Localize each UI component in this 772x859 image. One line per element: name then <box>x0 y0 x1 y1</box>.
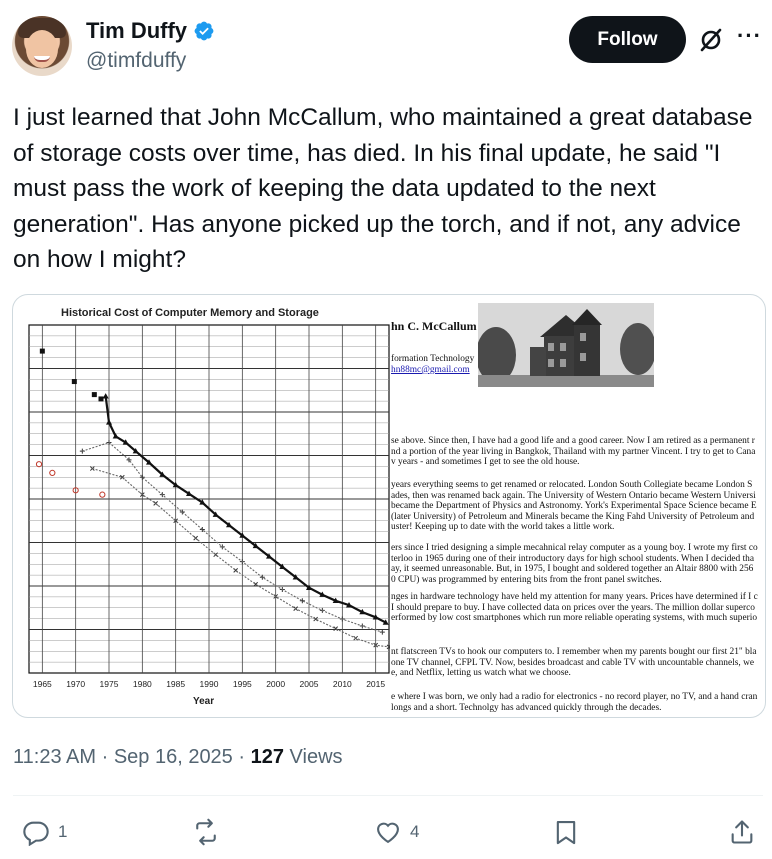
x-tick-label: 1980 <box>133 679 152 689</box>
x-tick-label: 1995 <box>233 679 252 689</box>
like-icon <box>377 822 399 844</box>
like-count: 4 <box>410 822 420 841</box>
share-icon <box>731 820 753 844</box>
house-photo <box>478 303 654 387</box>
doc-name: hn C. McCallum <box>391 319 477 333</box>
doc-text-line: became the Department of Physics and Ast… <box>391 501 757 512</box>
tweet-header: Tim Duffy @timfduffy Follow ··· <box>0 0 772 90</box>
memorial-page: hn C. McCallum formation Technology hn88… <box>390 295 765 717</box>
doc-email-link[interactable]: hn88mc@gmail.com <box>391 365 470 376</box>
doc-text-line: nges in hardware technology have held my… <box>391 592 758 602</box>
meta-separator: · <box>101 746 114 768</box>
avatar-face <box>26 30 58 68</box>
tweet-text: I just learned that John McCallum, who m… <box>13 104 753 273</box>
x-tick-label: 1965 <box>33 679 52 689</box>
data-point-plus <box>379 629 385 635</box>
doc-text-line: e where I was born, we only had a radio … <box>391 692 758 702</box>
views-count: 127 <box>250 746 284 768</box>
divider <box>13 795 763 796</box>
data-point-plus <box>299 598 305 604</box>
data-point-circle <box>49 469 56 476</box>
repost-button[interactable] <box>192 818 228 846</box>
author-name[interactable]: Tim Duffy <box>86 18 187 44</box>
data-point-circle <box>99 491 106 498</box>
reply-button[interactable]: 1 <box>22 818 67 846</box>
like-button[interactable]: 4 <box>374 818 419 846</box>
doc-affiliation: formation Technology <box>391 354 475 364</box>
tweet-meta: 11:23 AM · Sep 16, 2025 · 127 Views <box>13 746 343 769</box>
avatar[interactable] <box>12 16 72 76</box>
x-tick-label: 2005 <box>300 679 319 689</box>
doc-text-line: years everything seems to get renamed or… <box>391 480 753 490</box>
chart-grid <box>28 324 390 674</box>
data-point-square <box>39 348 45 354</box>
doc-text-line: ay, it seemed unreasonable. But, in 1975… <box>391 564 754 575</box>
verified-badge-icon <box>194 21 214 41</box>
trend-line <box>104 396 387 624</box>
x-tick-label: 2015 <box>366 679 385 689</box>
trend-line <box>82 441 383 633</box>
reply-count: 1 <box>58 822 68 841</box>
x-tick-label: 1970 <box>66 679 85 689</box>
more-icon[interactable]: ··· <box>737 25 765 54</box>
doc-text-line: v years - and sometimes I get to see the… <box>391 457 580 468</box>
doc-text-line: se above. Since then, I have had a good … <box>391 436 755 446</box>
reply-icon <box>23 821 49 846</box>
data-point-square <box>91 392 97 398</box>
data-point-x <box>313 616 319 622</box>
doc-text-line: terloo in 1965 during one of their intro… <box>391 553 755 564</box>
doc-text-line: 0 CPU) was programmed by entering bits f… <box>391 574 662 585</box>
bookmark-button[interactable] <box>552 818 580 846</box>
doc-text-line: erformed by low cost smartphones which r… <box>391 613 758 624</box>
doc-text-line: ers since I tried designing a simple mec… <box>391 543 758 553</box>
doc-text-line: nt flatscreen TVs to hook our computers … <box>391 647 757 657</box>
x-tick-label: 1990 <box>200 679 219 689</box>
cost-chart: Historical Cost of Computer Memory and S… <box>28 307 390 707</box>
data-point-square <box>98 396 104 402</box>
data-point-circle <box>35 461 43 468</box>
bookmark-icon <box>556 821 576 845</box>
tweet-media[interactable]: Historical Cost of Computer Memory and S… <box>12 294 766 718</box>
doc-text-line: (later University) of Petroleum and Mine… <box>391 511 755 522</box>
x-tick-label: 2010 <box>333 679 352 689</box>
author-name-row: Tim Duffy <box>86 18 215 44</box>
x-tick-label: 1985 <box>166 679 185 689</box>
share-button[interactable] <box>728 818 756 846</box>
repost-icon <box>196 818 216 846</box>
doc-text-line: longs and a short. Technolgy has advance… <box>391 702 662 713</box>
x-tick-label: 2000 <box>266 679 285 689</box>
x-axis-label: Year <box>193 696 214 707</box>
doc-text-line: nd a portion of the year living in Bangk… <box>391 446 756 457</box>
x-axis-ticks: 1965 1970 1975 1980 1985 1990 1995 2000 2005 2010… <box>33 679 386 689</box>
doc-text-line: uster! Keeping up to date with the world… <box>391 522 615 533</box>
chart-title: Historical Cost of Computer Memory and S… <box>61 307 319 319</box>
doc-text-line: one TV channel, CFPL TV. Now, besides br… <box>391 657 755 668</box>
x-tick-label: 1975 <box>100 679 119 689</box>
doc-text-line: e, and Netflix, letting us watch what we… <box>391 668 571 679</box>
data-point-square <box>71 379 77 385</box>
grok-icon[interactable] <box>698 27 724 53</box>
views-label: Views <box>289 746 343 768</box>
doc-text-line: I should prepare to buy. I have collecte… <box>391 602 755 613</box>
doc-text-line: ades, then was renamed back again. The U… <box>391 490 756 501</box>
action-bar: 1 4 <box>0 808 772 858</box>
meta-separator: · <box>238 746 251 768</box>
author-handle[interactable]: @timfduffy <box>86 49 186 73</box>
tweet-time[interactable]: 11:23 AM <box>13 746 96 768</box>
tweet-date[interactable]: Sep 16, 2025 <box>114 746 233 768</box>
follow-button[interactable]: Follow <box>569 16 686 63</box>
